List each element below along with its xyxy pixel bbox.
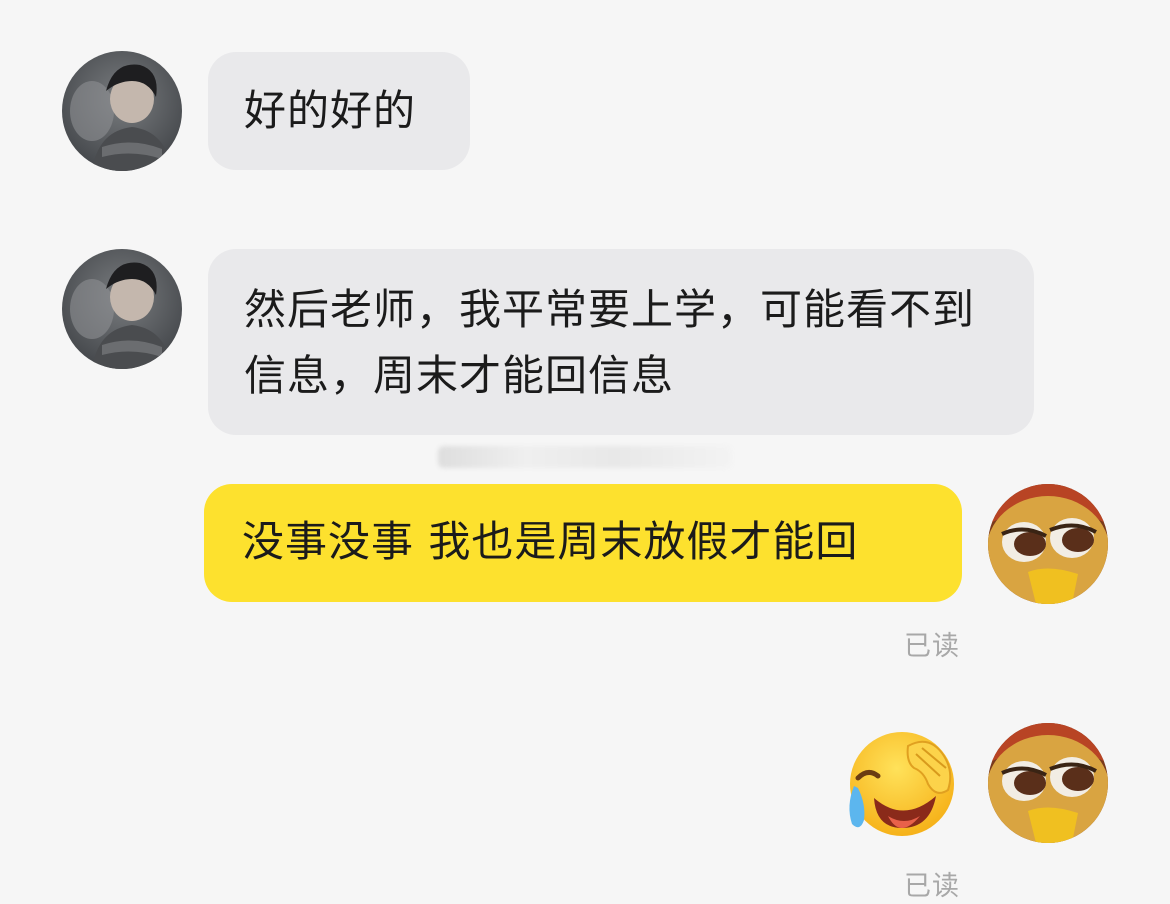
message-bubble-outgoing[interactable]: 没事没事 我也是周末放假才能回 <box>204 484 962 602</box>
crying-laughing-emoji[interactable] <box>844 728 960 838</box>
message-bubble-incoming[interactable]: 然后老师，我平常要上学，可能看不到信息，周末才能回信息 <box>208 249 1034 435</box>
message-bubble-incoming[interactable]: 好的好的 <box>208 52 470 170</box>
my-avatar-photo <box>988 723 1108 843</box>
contact-avatar[interactable] <box>62 51 182 171</box>
blurred-redaction <box>438 446 732 468</box>
crying-laughing-emoji-icon <box>849 732 954 836</box>
message-text: 然后老师，我平常要上学，可能看不到信息，周末才能回信息 <box>244 285 976 400</box>
chat-thread[interactable]: 好的好的 然后老师，我平常要上学，可能看不到信息，周末才能回信息 没事没事 我也… <box>0 0 1170 904</box>
my-avatar-photo <box>988 484 1108 604</box>
read-receipt: 已读 <box>904 631 960 662</box>
my-avatar[interactable] <box>988 484 1108 604</box>
message-text: 没事没事 我也是周末放假才能回 <box>242 517 859 566</box>
my-avatar[interactable] <box>988 723 1108 843</box>
read-receipt: 已读 <box>904 871 960 902</box>
contact-avatar-photo <box>62 249 182 369</box>
contact-avatar[interactable] <box>62 249 182 369</box>
contact-avatar-photo <box>62 51 182 171</box>
message-text: 好的好的 <box>244 86 417 135</box>
